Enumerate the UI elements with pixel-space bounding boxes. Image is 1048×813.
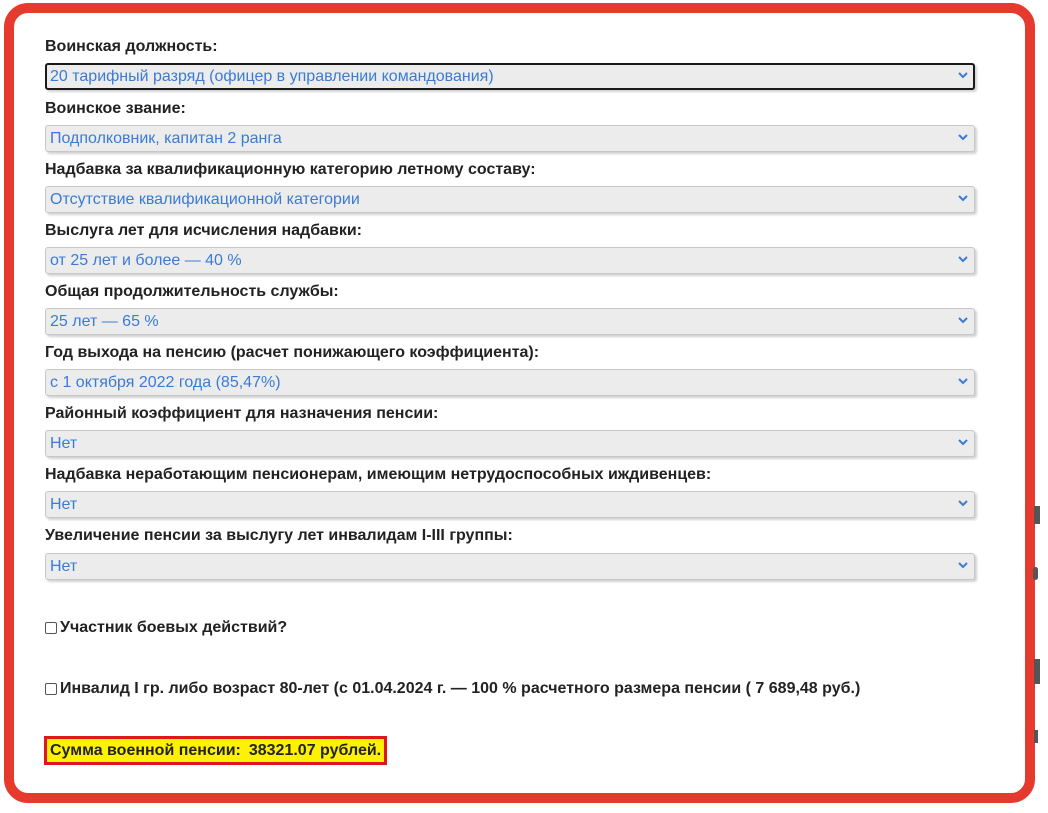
clipped-content-fragment xyxy=(1033,567,1038,580)
chevron-down-icon xyxy=(958,562,968,569)
field-label-disability-increase: Увеличение пенсии за выслугу лет инвалид… xyxy=(45,527,513,544)
combat-veteran-row: Участник боевых действий? xyxy=(45,618,287,638)
result-value: 38321.07 рублей. xyxy=(248,741,382,759)
chevron-down-icon xyxy=(958,500,968,507)
select-value: Подполковник, капитан 2 ранга xyxy=(50,130,282,147)
select-total-service[interactable]: 25 лет — 65 % xyxy=(45,308,975,335)
field-label-rank: Воинское звание: xyxy=(45,100,186,117)
field-label-retirement-year: Год выхода на пенсию (расчет понижающего… xyxy=(45,344,540,361)
select-retirement-year[interactable]: с 1 октября 2022 года (85,47%) xyxy=(45,369,975,396)
select-value: 25 лет — 65 % xyxy=(50,313,159,330)
chevron-down-icon xyxy=(958,195,968,202)
disabled-80-label: Инвалид I гр. либо возраст 80-лет (с 01.… xyxy=(60,680,861,697)
chevron-down-icon xyxy=(958,439,968,446)
select-value: Нет xyxy=(50,496,78,513)
select-rank[interactable]: Подполковник, капитан 2 ранга xyxy=(45,125,975,152)
select-qualification[interactable]: Отсутствие квалификационной категории xyxy=(45,186,975,213)
select-service-bonus[interactable]: от 25 лет и более — 40 % xyxy=(45,247,975,274)
combat-veteran-label: Участник боевых действий? xyxy=(60,619,288,636)
field-label-service-bonus: Выслуга лет для исчисления надбавки: xyxy=(45,222,362,239)
clipped-content-fragment xyxy=(1034,506,1040,524)
select-value: от 25 лет и более — 40 % xyxy=(50,252,242,269)
select-value: с 1 октября 2022 года (85,47%) xyxy=(50,374,281,391)
select-dependents[interactable]: Нет xyxy=(45,491,975,518)
field-label-qualification: Надбавка за квалификационную категорию л… xyxy=(45,161,536,178)
select-value: Нет xyxy=(50,558,78,575)
select-regional-coefficient[interactable]: Нет xyxy=(45,430,975,457)
field-label-position: Воинская должность: xyxy=(45,38,218,55)
select-value: Нет xyxy=(50,435,78,452)
chevron-down-icon xyxy=(958,256,968,263)
select-value: 20 тарифный разряд (офицер в управлении … xyxy=(50,68,494,85)
chevron-down-icon xyxy=(958,317,968,324)
chevron-down-icon xyxy=(958,72,968,79)
field-label-regional-coefficient: Районный коэффициент для назначения пенс… xyxy=(45,405,439,422)
select-value: Отсутствие квалификационной категории xyxy=(50,191,360,208)
pension-result: Сумма военной пенсии: 38321.07 рублей. xyxy=(44,736,388,765)
select-disability-increase[interactable]: Нет xyxy=(45,553,975,580)
result-label: Сумма военной пенсии: xyxy=(50,741,241,759)
combat-veteran-checkbox[interactable] xyxy=(45,622,57,634)
field-label-dependents: Надбавка неработающим пенсионерам, имеющ… xyxy=(45,466,712,483)
disabled-80-checkbox[interactable] xyxy=(45,683,57,695)
disabled-80-row: Инвалид I гр. либо возраст 80-лет (с 01.… xyxy=(45,679,860,699)
chevron-down-icon xyxy=(958,378,968,385)
field-label-total-service: Общая продолжительность службы: xyxy=(45,283,339,300)
clipped-content-fragment xyxy=(1034,730,1038,743)
select-position[interactable]: 20 тарифный разряд (офицер в управлении … xyxy=(45,63,975,90)
clipped-content-fragment xyxy=(1034,659,1040,684)
chevron-down-icon xyxy=(958,134,968,141)
